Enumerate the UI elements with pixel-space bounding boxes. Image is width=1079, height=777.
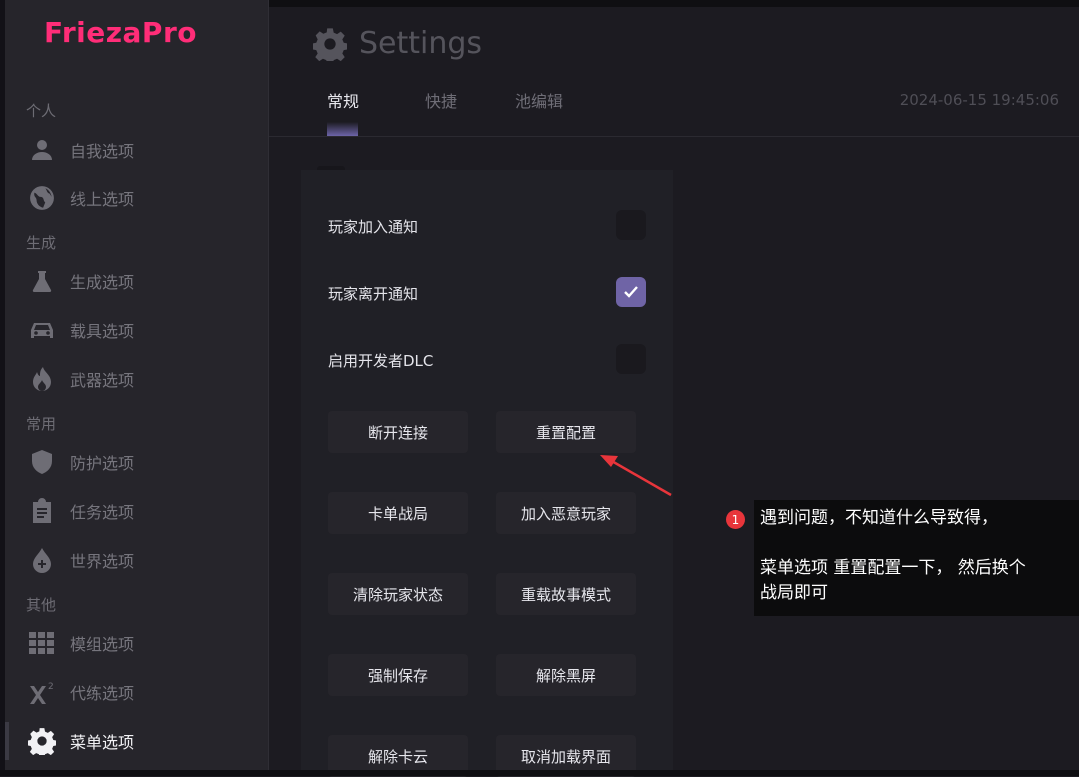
toggle-label-join: 玩家加入通知 <box>328 218 419 236</box>
window-bottom-strip <box>0 770 1079 776</box>
sidebar-item-spawn[interactable]: 生成选项 <box>22 261 262 301</box>
clear-player-state-button[interactable]: 清除玩家状态 <box>328 573 468 615</box>
sidebar-item-vehicle[interactable]: 载具选项 <box>22 310 262 350</box>
leave-notify-checkbox[interactable] <box>616 277 646 307</box>
reset-config-button[interactable]: 重置配置 <box>496 411 636 453</box>
sidebar-item-label: 菜单选项 <box>70 733 135 752</box>
page-title: Settings <box>359 26 483 61</box>
fix-black-screen-button[interactable]: 解除黑屏 <box>496 654 636 696</box>
page-title-group: Settings <box>313 26 482 61</box>
sidebar-item-label: 自我选项 <box>70 142 135 161</box>
toggle-label-dlc: 启用开发者DLC <box>328 352 434 370</box>
sidebar-item-weapon[interactable]: 武器选项 <box>22 359 262 399</box>
sidebar-item-label: 载具选项 <box>70 322 135 341</box>
sidebar-item-label: 模组选项 <box>70 635 135 654</box>
note-line-3: 战局即可 <box>760 583 828 603</box>
settings-panel: 玩家加入通知 玩家离开通知 启用开发者DLC 断开连接 重置配置 卡单战局 加入… <box>301 170 673 777</box>
note-number-badge: 1 <box>726 510 745 529</box>
shield-icon <box>22 442 62 482</box>
sidebar-item-mission[interactable]: 任务选项 <box>22 491 262 531</box>
sidebar-item-label: 生成选项 <box>70 273 135 292</box>
checkmark-icon <box>624 286 638 298</box>
clipboard-icon <box>22 491 62 531</box>
dev-dlc-checkbox[interactable] <box>616 344 646 374</box>
window-top-strip <box>269 0 1079 7</box>
tab-general[interactable]: 常规 <box>327 88 359 112</box>
fire-icon <box>22 359 62 399</box>
grid-icon <box>22 623 62 663</box>
sidebar-item-label: 代练选项 <box>70 684 135 703</box>
svg-text:2: 2 <box>48 682 54 692</box>
note-line-2: 菜单选项 重置配置一下， 然后换个 <box>760 558 1026 578</box>
section-personal: 个人 <box>26 102 57 120</box>
sidebar-item-world[interactable]: 世界选项 <box>22 540 262 580</box>
sidebar-item-label: 世界选项 <box>70 552 135 571</box>
sidebar-item-self[interactable]: 自我选项 <box>22 130 262 170</box>
sidebar-item-online[interactable]: 线上选项 <box>22 178 262 218</box>
car-icon <box>22 310 62 350</box>
sidebar-item-label: 防护选项 <box>70 454 135 473</box>
sidebar-item-label: 线上选项 <box>70 190 135 209</box>
active-tab-indicator <box>327 122 358 136</box>
section-other: 其他 <box>26 596 57 614</box>
note-line-1: 遇到问题，不知道什么导致得， <box>760 508 998 528</box>
sidebar-item-protection[interactable]: 防护选项 <box>22 442 262 482</box>
sidebar-edge <box>0 0 5 776</box>
note-spacer <box>760 531 1073 556</box>
join-notify-checkbox[interactable] <box>616 210 646 240</box>
toggle-label-leave: 玩家离开通知 <box>328 285 419 303</box>
brand-logo: FriezaPro <box>44 16 197 49</box>
section-spawn: 生成 <box>26 234 57 252</box>
flask-icon <box>22 261 62 301</box>
sidebar-item-menu[interactable]: 菜单选项 <box>22 721 262 761</box>
sidebar: FriezaPro 个人 自我选项 线上选项 生成 生成选项 载具选项 武器选项… <box>0 0 269 776</box>
gear-icon <box>22 721 62 761</box>
join-modder-button[interactable]: 加入恶意玩家 <box>496 492 636 534</box>
tab-pool-edit[interactable]: 池编辑 <box>515 88 563 112</box>
disconnect-button[interactable]: 断开连接 <box>328 411 468 453</box>
settings-gear-icon <box>313 27 347 61</box>
sidebar-item-mods[interactable]: 模组选项 <box>22 623 262 663</box>
globe-icon <box>22 178 62 218</box>
sidebar-item-label: 武器选项 <box>70 371 135 390</box>
section-common: 常用 <box>26 415 57 433</box>
sidebar-item-boost[interactable]: 2 代练选项 <box>22 672 262 712</box>
tab-shortcuts[interactable]: 快捷 <box>425 88 457 112</box>
header: Settings 常规 快捷 池编辑 2024-06-15 19:45:06 <box>269 0 1079 137</box>
datetime-display: 2024-06-15 19:45:06 <box>899 91 1059 109</box>
force-save-button[interactable]: 强制保存 <box>328 654 468 696</box>
drop-icon <box>22 540 62 580</box>
active-indicator <box>5 722 9 760</box>
superscript-icon: 2 <box>22 672 62 712</box>
person-icon <box>22 130 62 170</box>
reload-story-button[interactable]: 重载故事模式 <box>496 573 636 615</box>
annotation-note: 遇到问题，不知道什么导致得， 菜单选项 重置配置一下， 然后换个 战局即可 <box>754 500 1079 616</box>
sidebar-item-label: 任务选项 <box>70 503 135 522</box>
solo-session-button[interactable]: 卡单战局 <box>328 492 468 534</box>
